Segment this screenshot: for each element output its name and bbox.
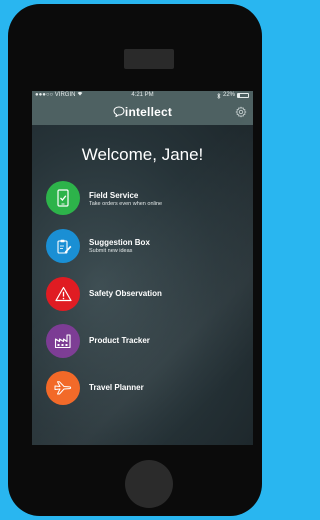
battery-percent: 22% [222,92,235,98]
app-item-field-service[interactable]: Field Service Take orders even when onli… [46,181,246,215]
app-item-suggestion-box[interactable]: Suggestion Box Submit new ideas [46,229,246,263]
suggestion-box-subtitle: Submit new ideas [89,248,133,254]
field-service-subtitle: Take orders even when online [89,201,163,207]
app-screen: ●●●○○ VIRGIN 4:21 PM 22% intellect Welco… [32,91,253,445]
safety-observation-title: Safety Observation [89,289,162,298]
home-button[interactable] [125,460,173,508]
suggestion-box-title: Suggestion Box [89,238,150,247]
app-item-safety-observation[interactable]: Safety Observation [46,277,246,311]
status-bar: ●●●○○ VIRGIN 4:21 PM 22% [32,91,253,100]
welcome-heading: Welcome, Jane! [81,145,204,164]
product-tracker-circle [46,324,80,358]
field-service-title: Field Service [89,191,139,200]
phone-speaker [124,49,174,69]
app-item-product-tracker[interactable]: Product Tracker [46,324,246,358]
battery-icon [237,93,249,98]
warning-triangle-icon [54,286,72,302]
product-tracker-title: Product Tracker [89,336,150,345]
travel-planner-circle [46,371,80,405]
factory-icon [54,334,71,349]
battery-status: 22% [217,91,249,100]
settings-gear-icon[interactable] [235,106,247,118]
safety-observation-circle [46,277,80,311]
field-service-circle [46,181,80,215]
bluetooth-icon [217,92,221,99]
speech-bubble-icon [113,106,125,118]
app-item-travel-planner[interactable]: Travel Planner [46,371,246,405]
logo-text: intellect [124,105,173,119]
top-bar: ●●●○○ VIRGIN 4:21 PM 22% intellect [32,91,253,125]
travel-planner-title: Travel Planner [89,383,144,392]
app-logo: intellect [32,105,253,119]
airplane-icon [54,381,72,395]
tablet-check-icon [57,189,69,207]
suggestion-box-circle [46,229,80,263]
clipboard-pencil-icon [56,239,71,254]
